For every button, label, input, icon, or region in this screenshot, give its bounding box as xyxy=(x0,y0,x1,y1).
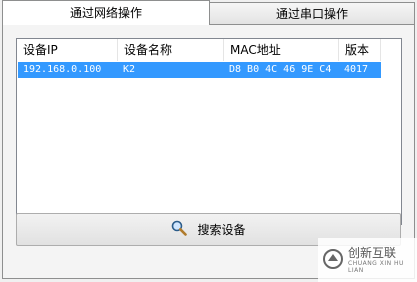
search-icon xyxy=(171,220,188,239)
watermark-text-en: CHUANG XIN HU LIAN xyxy=(348,260,404,274)
tab-serial[interactable]: 通过串口操作 xyxy=(209,2,415,24)
watermark-logo-icon xyxy=(322,248,344,273)
cell-version: 4017 xyxy=(344,64,369,75)
column-header-ip[interactable]: 设备IP xyxy=(17,39,118,61)
table-row[interactable]: 192.168.0.100 K2 D8 B0 4C 46 9E C4 4017 xyxy=(18,62,381,78)
cell-mac: D8 B0 4C 46 9E C4 xyxy=(229,64,332,75)
column-header-name[interactable]: 设备名称 xyxy=(118,39,224,61)
column-header-version[interactable]: 版本 xyxy=(339,39,381,61)
device-list[interactable]: 设备IP 设备名称 MAC地址 版本 192.168.0.100 K2 D8 B… xyxy=(16,38,402,225)
column-header-mac[interactable]: MAC地址 xyxy=(224,39,339,61)
watermark: 创新互联 CHUANG XIN HU LIAN xyxy=(318,238,417,282)
watermark-text-cn: 创新互联 xyxy=(348,246,397,260)
search-devices-label: 搜索设备 xyxy=(197,223,246,237)
cell-ip: 192.168.0.100 xyxy=(23,64,102,75)
device-list-header: 设备IP 设备名称 MAC地址 版本 xyxy=(17,39,401,61)
cell-name: K2 xyxy=(123,64,136,75)
tab-network[interactable]: 通过网络操作 xyxy=(2,0,210,25)
